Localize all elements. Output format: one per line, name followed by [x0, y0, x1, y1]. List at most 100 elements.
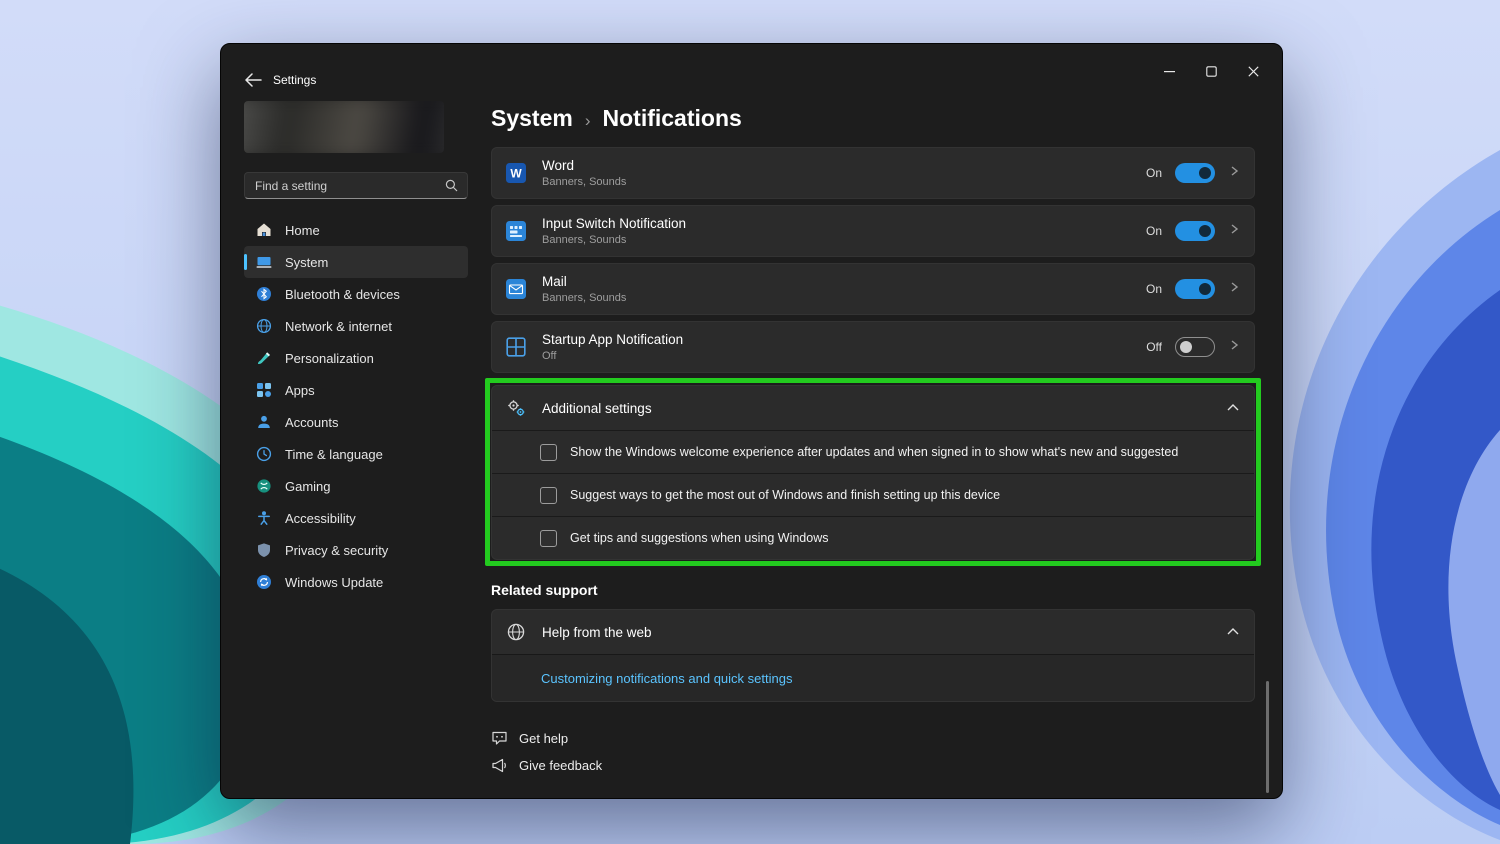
- related-support-heading: Related support: [491, 582, 598, 598]
- notification-card-input-switch[interactable]: Input Switch Notification Banners, Sound…: [491, 205, 1255, 257]
- personalization-brush-icon: [256, 350, 272, 366]
- tips-suggestions-option: Get tips and suggestions when using Wind…: [492, 516, 1254, 559]
- mail-app-icon: [506, 279, 526, 299]
- notification-card-startup-app[interactable]: Startup App Notification Off Off: [491, 321, 1255, 373]
- search-input[interactable]: [245, 179, 445, 193]
- maximize-button[interactable]: [1190, 56, 1232, 86]
- search-box: [244, 172, 468, 199]
- chevron-right-icon: [1228, 164, 1240, 182]
- welcome-experience-option: Show the Windows welcome experience afte…: [492, 430, 1254, 473]
- sidebar-item-gaming[interactable]: Gaming: [244, 470, 468, 502]
- chevron-right-icon: [1228, 222, 1240, 240]
- sidebar-item-label: Accessibility: [285, 511, 356, 526]
- toggle-knob: [1180, 341, 1192, 353]
- breadcrumb: System › Notifications: [491, 102, 742, 134]
- help-from-web-header[interactable]: Help from the web: [492, 610, 1254, 654]
- gears-icon: [506, 398, 526, 418]
- notification-toggle[interactable]: [1175, 163, 1215, 183]
- minimize-button[interactable]: [1148, 56, 1190, 86]
- window-controls: [1148, 56, 1274, 86]
- user-profile[interactable]: [244, 101, 444, 153]
- sidebar-item-apps[interactable]: Apps: [244, 374, 468, 406]
- notification-toggle[interactable]: [1175, 279, 1215, 299]
- close-button[interactable]: [1232, 56, 1274, 86]
- option-label: Show the Windows welcome experience afte…: [570, 445, 1178, 459]
- get-help-icon: [491, 730, 508, 747]
- suggest-ways-option: Suggest ways to get the most out of Wind…: [492, 473, 1254, 516]
- help-from-web-body: Customizing notifications and quick sett…: [492, 654, 1254, 701]
- page-title: Notifications: [603, 105, 742, 131]
- word-app-icon: W: [506, 163, 526, 183]
- sidebar-item-bluetooth[interactable]: Bluetooth & devices: [244, 278, 468, 310]
- input-switch-app-icon: [506, 221, 526, 241]
- apps-grid-icon: [256, 382, 272, 398]
- bluetooth-icon: [256, 286, 272, 302]
- sidebar-item-label: Time & language: [285, 447, 383, 462]
- toggle-state-label: On: [1146, 166, 1162, 180]
- gaming-xbox-icon: [256, 478, 272, 494]
- clock-icon: [256, 446, 272, 462]
- option-label: Suggest ways to get the most out of Wind…: [570, 488, 1000, 502]
- chevron-right-icon: [1228, 338, 1240, 356]
- toggle-state-label: Off: [1146, 340, 1162, 354]
- app-name: Input Switch Notification: [542, 216, 686, 231]
- accessibility-person-icon: [256, 510, 272, 526]
- notification-card-word[interactable]: W Word Banners, Sounds On: [491, 147, 1255, 199]
- chevron-up-icon[interactable]: [1226, 626, 1240, 638]
- welcome-experience-checkbox[interactable]: [540, 444, 557, 461]
- give-feedback-label: Give feedback: [519, 758, 602, 773]
- get-help-label: Get help: [519, 731, 568, 746]
- sidebar-item-personalization[interactable]: Personalization: [244, 342, 468, 374]
- back-button[interactable]: [243, 71, 263, 89]
- sidebar-item-accessibility[interactable]: Accessibility: [244, 502, 468, 534]
- sidebar-item-home[interactable]: Home: [244, 214, 468, 246]
- sidebar-item-label: Personalization: [285, 351, 374, 366]
- sidebar-item-label: Apps: [285, 383, 315, 398]
- option-label: Get tips and suggestions when using Wind…: [570, 531, 828, 545]
- sidebar-item-time-language[interactable]: Time & language: [244, 438, 468, 470]
- app-name: Mail: [542, 274, 626, 289]
- svg-text:W: W: [510, 167, 522, 181]
- sidebar-item-network[interactable]: Network & internet: [244, 310, 468, 342]
- sidebar-nav: Home System Bluetooth & devices Network …: [244, 214, 468, 598]
- system-icon: [256, 254, 272, 270]
- app-detail: Banners, Sounds: [542, 176, 626, 188]
- sidebar-item-privacy[interactable]: Privacy & security: [244, 534, 468, 566]
- additional-settings-card: Additional settings Show the Windows wel…: [491, 385, 1255, 560]
- scrollbar-thumb[interactable]: [1266, 681, 1269, 793]
- chevron-up-icon[interactable]: [1226, 402, 1240, 414]
- toggle-knob: [1199, 283, 1211, 295]
- get-help-link[interactable]: Get help: [491, 730, 568, 747]
- accounts-person-icon: [256, 414, 272, 430]
- home-icon: [256, 222, 272, 238]
- sidebar-item-system[interactable]: System: [244, 246, 468, 278]
- suggest-ways-checkbox[interactable]: [540, 487, 557, 504]
- customizing-notifications-link[interactable]: Customizing notifications and quick sett…: [541, 671, 792, 686]
- sidebar-item-label: Privacy & security: [285, 543, 388, 558]
- privacy-shield-icon: [256, 542, 272, 558]
- sidebar-item-windows-update[interactable]: Windows Update: [244, 566, 468, 598]
- app-name: Word: [542, 158, 626, 173]
- breadcrumb-system[interactable]: System: [491, 105, 573, 131]
- additional-settings-header[interactable]: Additional settings: [492, 386, 1254, 430]
- notification-toggle[interactable]: [1175, 337, 1215, 357]
- help-from-web-title: Help from the web: [542, 625, 652, 640]
- help-from-web-card: Help from the web Customizing notificati…: [491, 609, 1255, 702]
- notification-card-mail[interactable]: Mail Banners, Sounds On: [491, 263, 1255, 315]
- notification-app-list: W Word Banners, Sounds On Input Switch N…: [491, 147, 1255, 379]
- chevron-right-icon: [1228, 280, 1240, 298]
- sidebar-item-label: System: [285, 255, 328, 270]
- feedback-megaphone-icon: [491, 757, 508, 774]
- app-detail: Banners, Sounds: [542, 292, 626, 304]
- network-globe-icon: [256, 318, 272, 334]
- sidebar-item-label: Network & internet: [285, 319, 392, 334]
- give-feedback-link[interactable]: Give feedback: [491, 757, 602, 774]
- tips-suggestions-checkbox[interactable]: [540, 530, 557, 547]
- sidebar-item-label: Bluetooth & devices: [285, 287, 400, 302]
- breadcrumb-separator-icon: ›: [585, 111, 591, 130]
- notification-toggle[interactable]: [1175, 221, 1215, 241]
- sidebar-item-accounts[interactable]: Accounts: [244, 406, 468, 438]
- search-icon: [445, 179, 458, 192]
- app-detail: Banners, Sounds: [542, 234, 686, 246]
- windows-update-icon: [256, 574, 272, 590]
